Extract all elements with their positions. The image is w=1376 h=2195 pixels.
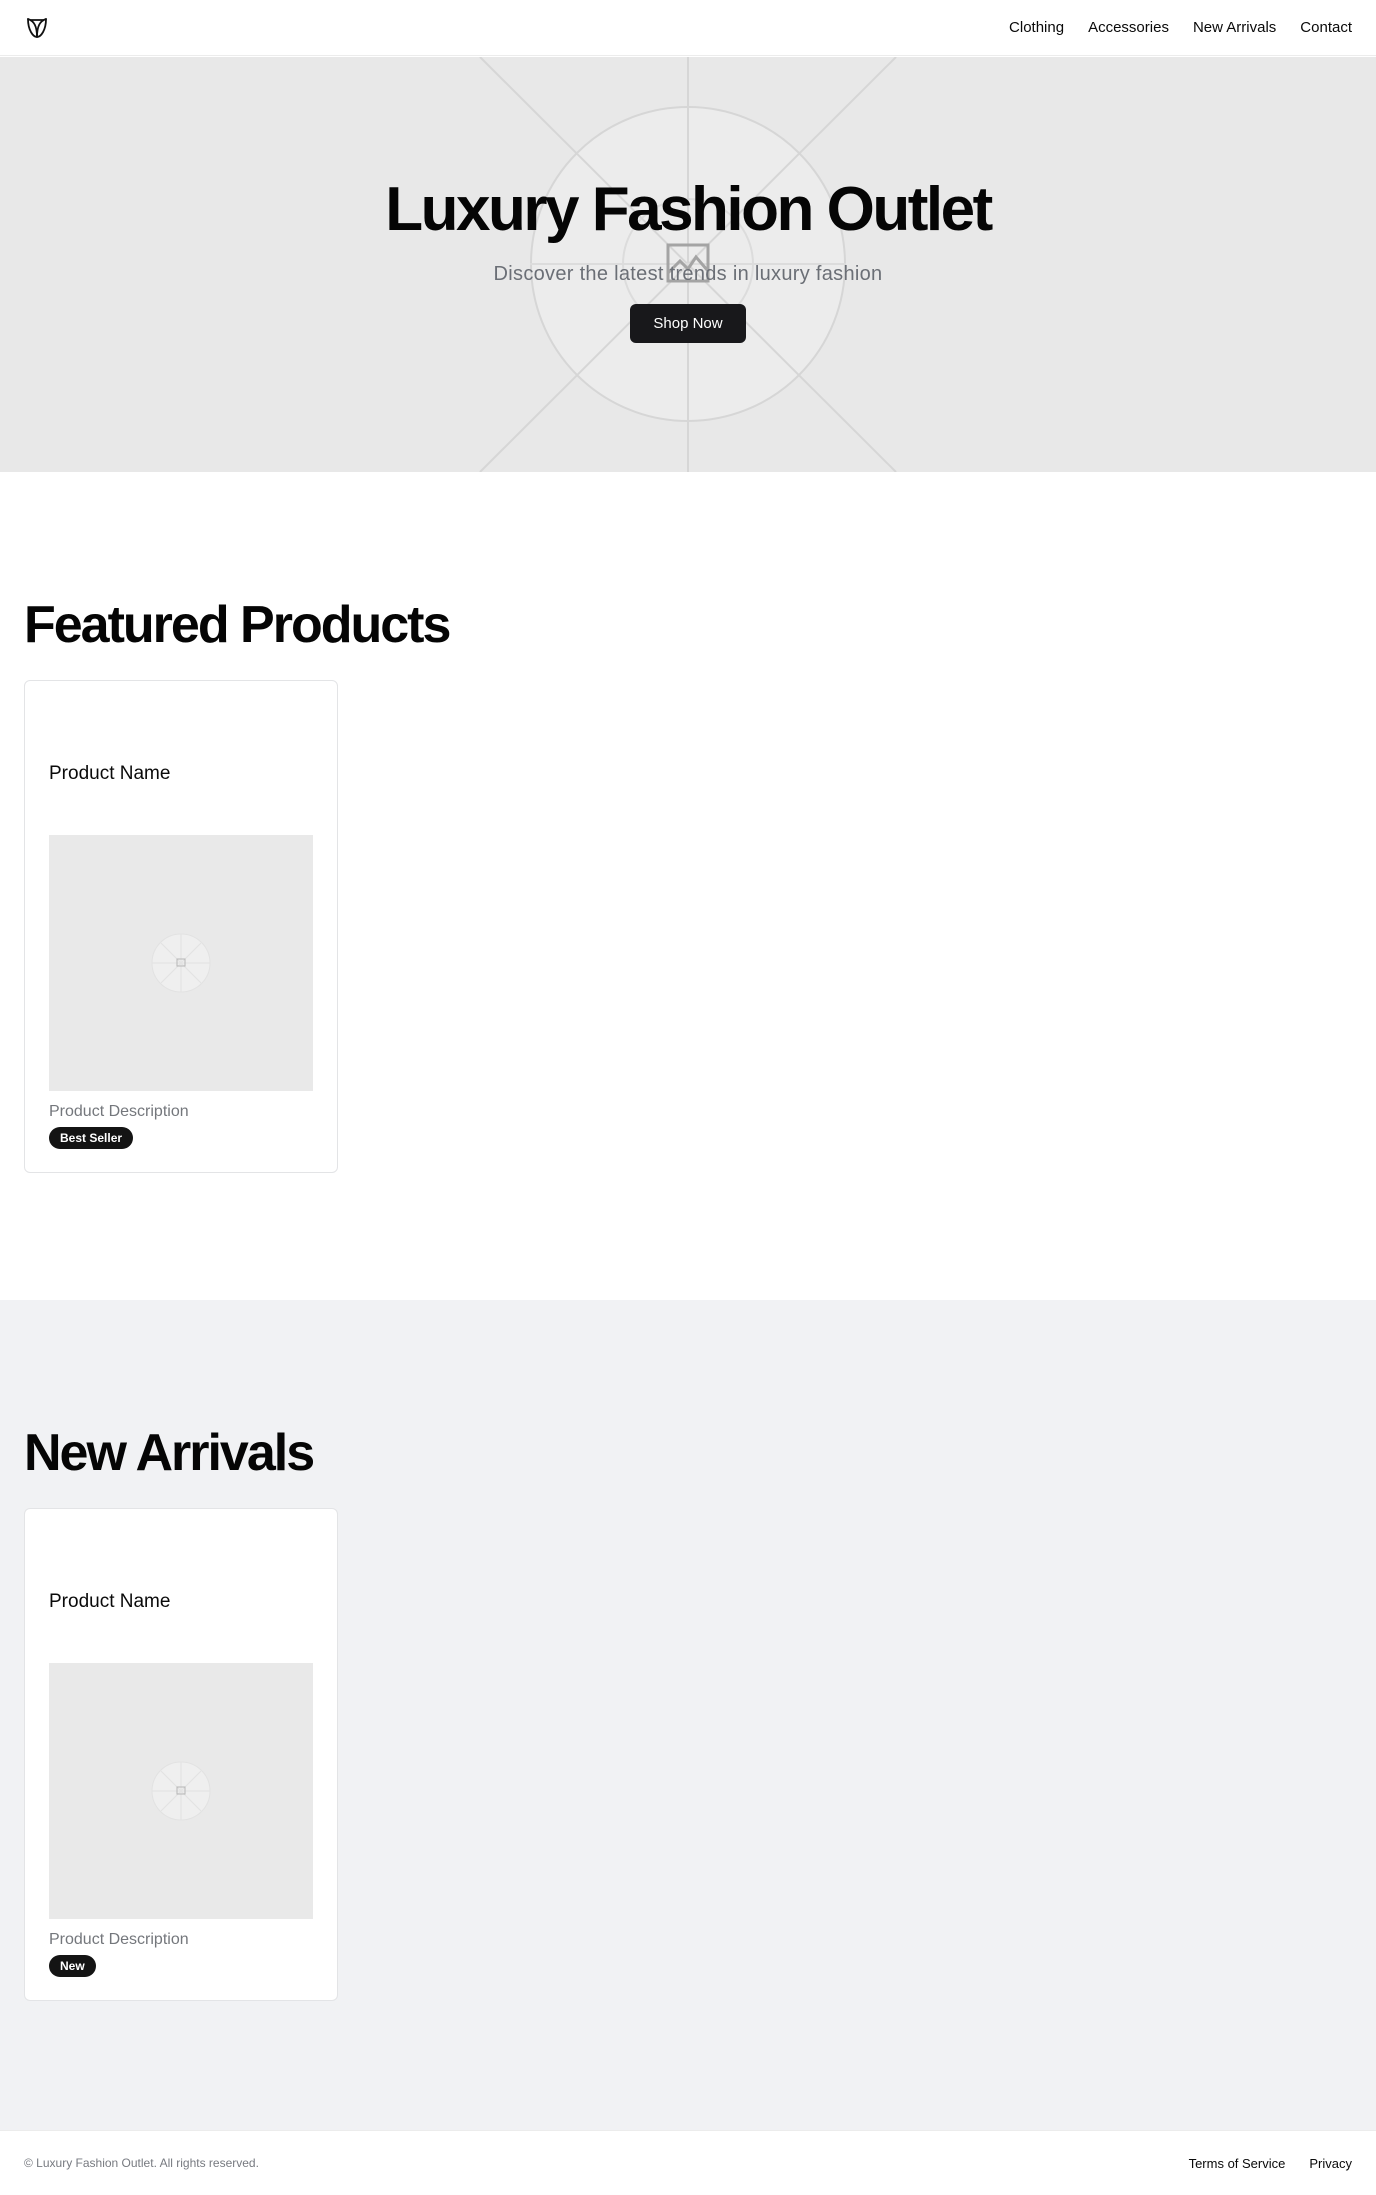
- nav-new-arrivals-link[interactable]: New Arrivals: [1193, 19, 1276, 36]
- nav-accessories-link[interactable]: Accessories: [1088, 19, 1169, 36]
- section-title: New Arrivals: [24, 1424, 315, 1482]
- hero-section: Luxury Fashion Outlet Discover the lates…: [0, 57, 1376, 472]
- site-footer: © Luxury Fashion Outlet. All rights rese…: [0, 2130, 1376, 2195]
- nav-contact-link[interactable]: Contact: [1300, 19, 1352, 36]
- new-badge: New: [49, 1955, 96, 1977]
- product-name: Product Name: [49, 1591, 171, 1612]
- featured-products-section: Featured Products Product Name Product D…: [0, 472, 1376, 1300]
- copyright-text: © Luxury Fashion Outlet. All rights rese…: [24, 2156, 259, 2170]
- nav-clothing-link[interactable]: Clothing: [1009, 19, 1064, 36]
- logo-icon[interactable]: [24, 15, 50, 41]
- product-image: [49, 1663, 313, 1919]
- product-card[interactable]: Product Name Product Description Best Se…: [24, 680, 338, 1173]
- privacy-link[interactable]: Privacy: [1309, 2156, 1352, 2171]
- footer-links: Terms of Service Privacy: [1189, 2156, 1352, 2171]
- product-image: [49, 835, 313, 1091]
- product-card[interactable]: Product Name Product Description New: [24, 1508, 338, 2001]
- product-description: Product Description: [49, 1103, 189, 1120]
- new-arrivals-section: New Arrivals Product Name Product Descri…: [0, 1300, 1376, 2130]
- main-nav: Clothing Accessories New Arrivals Contac…: [1009, 19, 1352, 36]
- shop-now-button[interactable]: Shop Now: [630, 304, 746, 343]
- section-title: Featured Products: [24, 596, 451, 654]
- terms-of-service-link[interactable]: Terms of Service: [1189, 2156, 1286, 2171]
- hero-subtitle: Discover the latest trends in luxury fas…: [493, 263, 883, 285]
- best-seller-badge: Best Seller: [49, 1127, 134, 1149]
- hero-content: Luxury Fashion Outlet Discover the lates…: [0, 57, 1376, 472]
- site-header: Clothing Accessories New Arrivals Contac…: [0, 0, 1376, 56]
- product-description: Product Description: [49, 1931, 189, 1948]
- product-name: Product Name: [49, 763, 171, 784]
- hero-title: Luxury Fashion Outlet: [385, 175, 993, 244]
